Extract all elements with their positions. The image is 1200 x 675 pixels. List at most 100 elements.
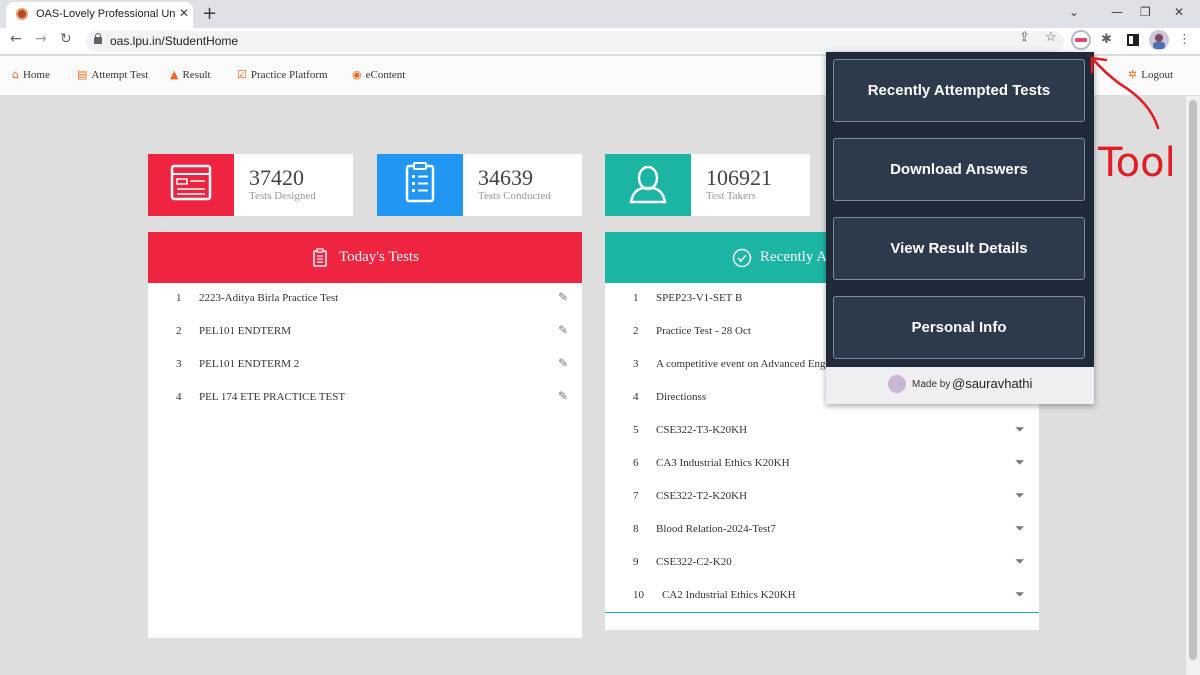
nav-econtent-label: eContent — [365, 69, 406, 81]
personal-info-button[interactable]: Personal Info — [833, 296, 1085, 359]
nav-home[interactable]: ⌂ Home — [12, 68, 50, 81]
nav-result[interactable]: ▲ Result — [170, 68, 211, 81]
stat-value: 37420 — [249, 165, 304, 190]
nav-home-label: Home — [22, 69, 50, 81]
reload-icon[interactable]: ↻ — [60, 31, 72, 47]
view-result-details-button[interactable]: View Result Details — [833, 217, 1085, 280]
bookmark-star-icon[interactable]: ☆ — [1045, 30, 1057, 45]
restore-button[interactable]: ❐ — [1140, 5, 1151, 19]
row-number: 9 — [633, 556, 639, 568]
browser-toolbar: ← → ↻ oas.lpu.in/StudentHome ⇪ ☆ — [0, 28, 1200, 55]
list-item[interactable]: 9 CSE322-C2-K20 ⏷ — [605, 547, 1039, 580]
graduation-cap-icon: ▲ — [170, 68, 179, 81]
pencil-icon[interactable]: ✎ — [558, 356, 568, 370]
tag-icon[interactable]: ⏷ — [1015, 521, 1025, 536]
clipboard-list-icon — [313, 248, 327, 272]
row-number: 10 — [633, 589, 644, 601]
test-name: CSE322-C2-K20 — [656, 556, 732, 568]
test-name: PEL 174 ETE PRACTICE TEST — [199, 391, 346, 403]
panel-title: Recently A — [760, 249, 828, 265]
popup-footer: Made by @sauravhathi — [826, 367, 1094, 404]
forward-icon[interactable]: → — [35, 31, 47, 47]
tag-icon[interactable]: ⏷ — [1015, 488, 1025, 503]
back-icon[interactable]: ← — [10, 31, 22, 47]
test-name: SPEP23-V1-SET B — [656, 292, 743, 304]
row-number: 8 — [633, 523, 639, 535]
tag-icon[interactable]: ⏷ — [1015, 587, 1025, 602]
pencil-icon[interactable]: ✎ — [558, 290, 568, 304]
test-name: CSE322-T3-K20KH — [656, 424, 748, 436]
extension-popup: Recently Attempted Tests Download Answer… — [826, 52, 1094, 404]
nav-practice-platform-label: Practice Platform — [250, 69, 328, 81]
browser-window-icon — [148, 154, 234, 216]
stat-card-test-takers: 106921 Test Takers — [605, 154, 810, 216]
todays-tests-panel: Today's Tests 1 2223-Aditya Birla Practi… — [148, 232, 582, 638]
test-name: CSE322-T2-K20KH — [656, 490, 748, 502]
list-item[interactable]: 8 Blood Relation-2024-Test7 ⏷ — [605, 514, 1039, 547]
list-item[interactable]: 3 PEL101 ENDTERM 2 ✎ — [148, 349, 582, 382]
author-handle-link[interactable]: @sauravhathi — [952, 376, 1032, 391]
todays-tests-header: Today's Tests — [148, 232, 582, 283]
row-number: 6 — [633, 457, 639, 469]
nav-econtent[interactable]: ◉ eContent — [352, 68, 405, 81]
lock-icon — [94, 33, 102, 44]
row-number: 2 — [176, 325, 182, 337]
browser-tab-strip: OAS-Lovely Professional Universit ✕ + ⌄ … — [0, 0, 1200, 28]
pencil-icon[interactable]: ✎ — [558, 323, 568, 337]
nav-practice-platform[interactable]: ☑ Practice Platform — [237, 68, 328, 81]
test-name: CA3 Industrial Ethics K20KH — [656, 457, 790, 469]
stat-value: 34639 — [478, 165, 533, 190]
stat-label: Tests Conducted — [478, 190, 551, 202]
stat-label: Test Takers — [706, 190, 756, 202]
test-name: Blood Relation-2024-Test7 — [656, 523, 776, 535]
nav-attempt-test[interactable]: ▤ Attempt Test — [77, 68, 148, 81]
site-favicon-icon — [16, 8, 28, 20]
share-icon[interactable]: ⇪ — [1019, 30, 1030, 45]
row-number: 5 — [633, 424, 639, 436]
row-number: 4 — [633, 391, 639, 403]
stat-card-tests-conducted: 34639 Tests Conducted — [377, 154, 582, 216]
list-item[interactable]: 6 CA3 Industrial Ethics K20KH ⏷ — [605, 448, 1039, 481]
eye-icon: ◉ — [352, 68, 362, 81]
tag-icon[interactable]: ⏷ — [1015, 455, 1025, 470]
recently-attempted-tests-button[interactable]: Recently Attempted Tests — [833, 59, 1085, 122]
list-item[interactable]: 4 PEL 174 ETE PRACTICE TEST ✎ — [148, 382, 582, 415]
annotation-text: Tool — [1097, 140, 1176, 184]
list-item[interactable]: 5 CSE322-T3-K20KH ⏷ — [605, 415, 1039, 448]
check-circle-icon — [732, 248, 752, 273]
tab-close-icon[interactable]: ✕ — [179, 6, 189, 20]
browser-tab[interactable]: OAS-Lovely Professional Universit ✕ — [6, 2, 193, 28]
close-window-button[interactable]: ✕ — [1174, 5, 1184, 19]
minimize-button[interactable]: — — [1111, 5, 1123, 19]
new-tab-button[interactable]: + — [202, 3, 217, 24]
list-item[interactable]: 7 CSE322-T2-K20KH ⏷ — [605, 481, 1039, 514]
pencil-icon[interactable]: ✎ — [558, 389, 568, 403]
test-name: PEL101 ENDTERM — [199, 325, 291, 337]
tab-title: OAS-Lovely Professional Universit — [36, 8, 176, 20]
address-bar[interactable]: oas.lpu.in/StudentHome — [86, 31, 1064, 52]
row-number: 1 — [633, 292, 639, 304]
test-name: CA2 Industrial Ethics K20KH — [662, 589, 796, 601]
list-item[interactable]: 10 CA2 Industrial Ethics K20KH ⏷ — [605, 580, 1039, 613]
tag-icon[interactable]: ⏷ — [1015, 554, 1025, 569]
author-avatar — [888, 375, 906, 393]
clipboard-icon — [377, 154, 463, 216]
stat-card-tests-designed: 37420 Tests Designed — [148, 154, 353, 216]
list-item[interactable]: 1 2223-Aditya Birla Practice Test ✎ — [148, 283, 582, 316]
test-name: Directionss — [656, 391, 707, 403]
row-number: 2 — [633, 325, 639, 337]
page-scrollbar[interactable] — [1186, 96, 1200, 675]
stat-value: 106921 — [706, 165, 772, 190]
handwritten-tool-annotation: Tool — [1090, 56, 1176, 184]
list-item[interactable]: 2 PEL101 ENDTERM ✎ — [148, 316, 582, 349]
list-icon: ▤ — [77, 68, 88, 81]
url-text: oas.lpu.in/StudentHome — [110, 34, 239, 48]
scrollbar-thumb[interactable] — [1189, 100, 1197, 660]
download-answers-button[interactable]: Download Answers — [833, 138, 1085, 201]
tab-search-icon[interactable]: ⌄ — [1069, 5, 1079, 19]
panel-title: Today's Tests — [339, 249, 419, 265]
row-number: 3 — [633, 358, 639, 370]
made-by-label: Made by — [912, 379, 951, 390]
user-icon — [605, 154, 691, 216]
tag-icon[interactable]: ⏷ — [1015, 422, 1025, 437]
